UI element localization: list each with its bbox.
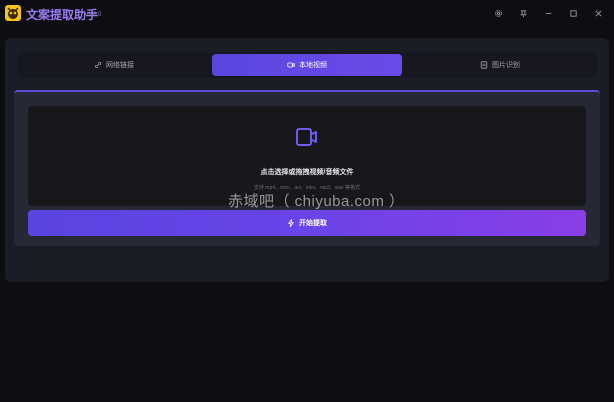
main-card: 网络链接 本地视频 图片识别 点击选择或拖拽视频/音频文件 支持 mp4、mov… bbox=[5, 38, 609, 282]
app-version: v1.0.0 bbox=[85, 12, 102, 18]
settings-button[interactable] bbox=[491, 6, 505, 20]
tab-web-link[interactable]: 网络链接 bbox=[19, 54, 209, 76]
video-file-icon bbox=[296, 128, 317, 146]
image-icon bbox=[480, 61, 488, 69]
gear-icon bbox=[494, 9, 502, 17]
video-icon bbox=[287, 62, 295, 68]
tab-label: 本地视频 bbox=[299, 62, 327, 69]
close-button[interactable] bbox=[591, 6, 605, 20]
minimize-button[interactable] bbox=[541, 6, 555, 20]
start-button-label: 开始提取 bbox=[299, 220, 327, 227]
tab-image-recognition[interactable]: 图片识别 bbox=[405, 54, 595, 76]
minimize-icon bbox=[545, 12, 551, 14]
title-bar: 文案提取助手 v1.0.0 bbox=[0, 0, 614, 28]
tab-label: 网络链接 bbox=[106, 62, 134, 69]
link-icon bbox=[95, 62, 101, 68]
tab-local-video[interactable]: 本地视频 bbox=[212, 54, 402, 76]
close-icon bbox=[594, 9, 602, 17]
pin-button[interactable] bbox=[516, 6, 530, 20]
tab-bar: 网络链接 本地视频 图片识别 bbox=[17, 52, 597, 78]
pin-icon bbox=[519, 9, 527, 17]
lightning-icon bbox=[288, 219, 294, 227]
app-logo-icon bbox=[5, 5, 21, 21]
maximize-icon bbox=[569, 9, 577, 17]
start-extract-button[interactable]: 开始提取 bbox=[28, 210, 586, 236]
watermark-text: 赤域吧（ chiyuba.com ） bbox=[228, 193, 405, 210]
dropzone-title: 点击选择或拖拽视频/音频文件 bbox=[260, 169, 354, 176]
tab-label: 图片识别 bbox=[492, 62, 520, 69]
local-video-panel: 点击选择或拖拽视频/音频文件 支持 mp4、mov、avi、mkv、mp3、wa… bbox=[14, 90, 600, 246]
maximize-button[interactable] bbox=[566, 6, 580, 20]
